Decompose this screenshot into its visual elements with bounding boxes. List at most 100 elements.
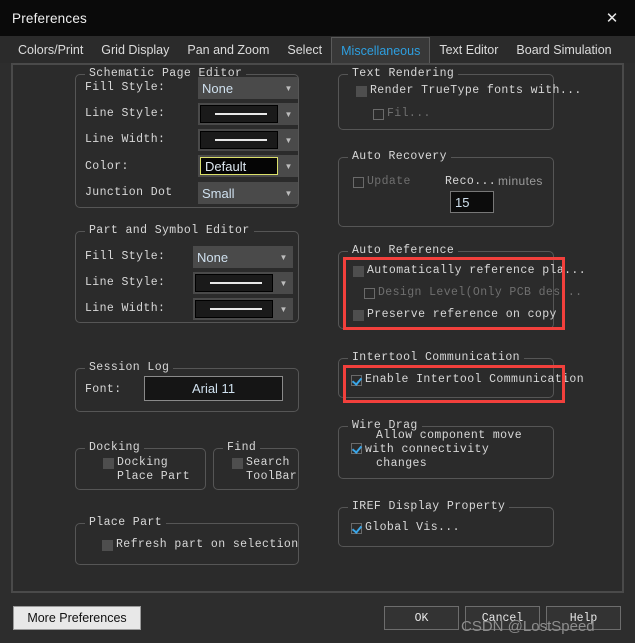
group-legend-iref-display-property: IREF Display Property [348, 500, 509, 513]
tab-grid-display[interactable]: Grid Display [92, 36, 178, 63]
checkbox-docking-place-part[interactable]: DockingPlace Part [103, 456, 190, 484]
checkbox-refresh-part-on-selection[interactable]: Refresh part on selection [102, 538, 299, 552]
checkbox-design-level-label: Design Level(Only PCB des... [378, 286, 582, 300]
combo-fill-style-part-value: None [193, 246, 274, 268]
combo-junction-dot-value: Small [198, 182, 279, 204]
session-log-font-value: Arial 11 [192, 381, 235, 396]
checkbox-wire-drag-label-2: with connectivity [365, 443, 489, 456]
tab-text-editor[interactable]: Text Editor [430, 36, 507, 63]
label-minutes: minutes [498, 174, 543, 188]
session-log-font-button[interactable]: Arial 11 [144, 376, 283, 401]
checkbox-find-label-2: ToolBar [246, 470, 297, 483]
checkbox-auto-recovery-update: Update [353, 175, 411, 189]
checkbox-box [351, 443, 362, 454]
group-legend-part-and-symbol-editor: Part and Symbol Editor [85, 224, 254, 237]
chevron-down-icon: ▼ [274, 272, 293, 294]
checkbox-box [351, 375, 362, 386]
ok-label: OK [415, 612, 429, 625]
chevron-down-icon: ▼ [279, 129, 298, 151]
combo-line-style-part[interactable]: ▼ [193, 272, 293, 294]
checkbox-iref-label: Global Vis... [365, 521, 460, 535]
checkbox-box [353, 266, 364, 277]
checkbox-box [373, 109, 384, 120]
checkbox-render-truetype-fonts[interactable]: Render TrueType fonts with... [356, 84, 582, 98]
checkbox-update-label: Update [367, 175, 411, 189]
label-color-schematic: Color: [85, 160, 129, 173]
checkbox-enable-intertool-communication[interactable]: Enable Intertool Communication [351, 373, 584, 387]
combo-line-style-schematic[interactable]: ▼ [198, 103, 298, 125]
checkbox-auto-reference-label: Automatically reference pla... [367, 264, 586, 278]
tab-miscellaneous[interactable]: Miscellaneous [331, 37, 430, 63]
group-legend-place-part: Place Part [85, 516, 166, 529]
chevron-down-icon: ▼ [279, 182, 298, 204]
combo-fill-style-schematic[interactable]: None ▼ [198, 77, 298, 99]
checkbox-box [356, 86, 367, 97]
checkbox-wire-drag-label-3: changes [376, 457, 427, 470]
checkbox-box [232, 458, 243, 469]
combo-line-width-part[interactable]: ▼ [193, 298, 293, 320]
miscellaneous-panel: Schematic Page Editor Fill Style: None ▼… [11, 63, 624, 593]
tab-board-simulation[interactable]: Board Simulation [507, 36, 620, 63]
chevron-down-icon: ▼ [279, 155, 298, 177]
checkbox-preserve-reference-on-copy[interactable]: Preserve reference on copy [353, 308, 557, 322]
content-area: Schematic Page Editor Fill Style: None ▼… [0, 63, 635, 599]
ok-button[interactable]: OK [384, 606, 459, 630]
combo-fill-style-schematic-value: None [198, 77, 279, 99]
label-line-style-part: Line Style: [85, 276, 165, 289]
group-legend-find: Find [223, 441, 260, 454]
checkbox-intertool-label: Enable Intertool Communication [365, 373, 584, 387]
group-text-rendering: Text Rendering [338, 74, 554, 130]
checkbox-fill-truetype: Fil... [373, 107, 431, 121]
checkbox-render-truetype-label: Render TrueType fonts with... [370, 84, 582, 98]
checkbox-box [353, 177, 364, 188]
checkbox-preserve-reference-label: Preserve reference on copy [367, 308, 557, 322]
close-icon[interactable]: ✕ [589, 0, 635, 36]
button-bar: More Preferences OK Cancel Help CSDN @Lo… [0, 599, 635, 643]
chevron-down-icon: ▼ [274, 246, 293, 268]
input-auto-recovery-interval-value: 15 [455, 195, 469, 210]
checkbox-fill-label: Fil... [387, 107, 431, 121]
group-legend-text-rendering: Text Rendering [348, 67, 458, 80]
group-legend-intertool-communication: Intertool Communication [348, 351, 524, 364]
group-auto-recovery: Auto Recovery [338, 157, 554, 227]
checkbox-search-toolbar[interactable]: SearchToolBar [232, 456, 297, 484]
group-legend-docking: Docking [85, 441, 144, 454]
tab-select[interactable]: Select [278, 36, 331, 63]
chevron-down-icon: ▼ [279, 77, 298, 99]
group-legend-auto-recovery: Auto Recovery [348, 150, 451, 163]
checkbox-place-part-label: Refresh part on selection [116, 538, 299, 552]
more-preferences-label: More Preferences [27, 611, 126, 625]
checkbox-automatically-reference-placed[interactable]: Automatically reference pla... [353, 264, 586, 278]
combo-color-schematic[interactable]: Default ▼ [198, 155, 298, 177]
checkbox-box [353, 310, 364, 321]
checkbox-allow-component-move[interactable]: Allow component movewith connectivitycha… [351, 429, 522, 471]
checkbox-box [102, 540, 113, 551]
combo-line-style-schematic-preview [200, 105, 278, 123]
checkbox-box [103, 458, 114, 469]
watermark-text: CSDN @LostSpeed [461, 618, 595, 635]
chevron-down-icon: ▼ [279, 103, 298, 125]
checkbox-global-visibility[interactable]: Global Vis... [351, 521, 460, 535]
combo-line-width-part-preview [195, 300, 273, 318]
label-session-font: Font: [85, 383, 122, 396]
checkbox-wire-drag-label-1: Allow component move [376, 429, 522, 442]
checkbox-docking-label-1: Docking [117, 456, 168, 469]
more-preferences-button[interactable]: More Preferences [13, 606, 141, 630]
title-bar: Preferences ✕ [0, 0, 635, 36]
combo-fill-style-part[interactable]: None ▼ [193, 246, 293, 268]
tab-colors-print[interactable]: Colors/Print [9, 36, 92, 63]
input-auto-recovery-interval[interactable]: 15 [450, 191, 494, 213]
label-junction-dot: Junction Dot [85, 186, 173, 199]
combo-line-width-schematic[interactable]: ▼ [198, 129, 298, 151]
label-line-width-part: Line Width: [85, 302, 165, 315]
combo-junction-dot[interactable]: Small ▼ [198, 182, 298, 204]
combo-color-schematic-value: Default [200, 157, 278, 175]
tab-pan-and-zoom[interactable]: Pan and Zoom [178, 36, 278, 63]
checkbox-box [351, 523, 362, 534]
group-legend-auto-reference: Auto Reference [348, 244, 458, 257]
window-title: Preferences [12, 11, 87, 26]
chevron-down-icon: ▼ [274, 298, 293, 320]
combo-line-style-part-preview [195, 274, 273, 292]
combo-line-width-schematic-preview [200, 131, 278, 149]
label-line-style-schematic: Line Style: [85, 107, 165, 120]
